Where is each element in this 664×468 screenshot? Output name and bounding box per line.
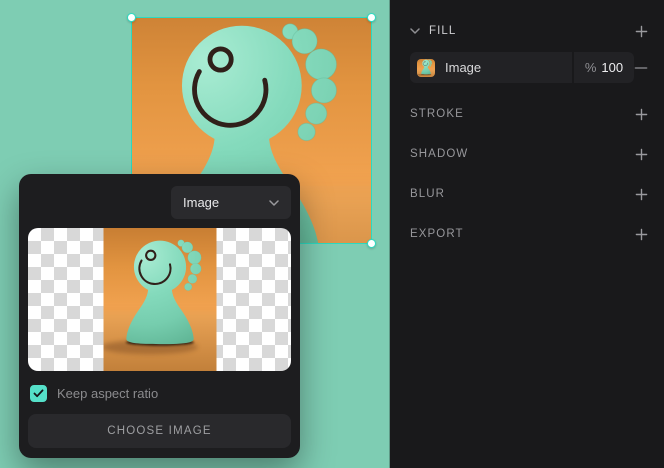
stroke-section-header: STROKE xyxy=(410,94,648,134)
fill-opacity-value: 100 xyxy=(601,60,623,75)
plus-icon xyxy=(635,228,648,241)
fill-type-label: Image xyxy=(445,60,481,75)
image-preview-content xyxy=(103,228,216,371)
fill-type-dropdown[interactable]: Image xyxy=(171,186,291,219)
percent-symbol: % xyxy=(585,60,597,75)
add-blur-button[interactable] xyxy=(634,187,648,201)
export-section-label: EXPORT xyxy=(410,228,464,240)
shadow-section-header: SHADOW xyxy=(410,134,648,174)
canvas[interactable]: Image Keep aspect ratio CHOOSE IMAGE xyxy=(0,0,390,468)
plus-icon xyxy=(635,108,648,121)
export-section-header: EXPORT xyxy=(410,214,648,254)
plus-icon xyxy=(635,188,648,201)
image-fill-popup: Image Keep aspect ratio CHOOSE IMAGE xyxy=(19,174,300,458)
plus-icon xyxy=(635,148,648,161)
properties-panel: FILL Image % 100 STROKE xyxy=(390,0,664,468)
remove-fill-button[interactable] xyxy=(634,61,648,75)
minus-icon xyxy=(634,61,648,75)
keep-aspect-ratio-label: Keep aspect ratio xyxy=(57,386,158,401)
shadow-section-label: SHADOW xyxy=(410,148,468,160)
blur-section-label: BLUR xyxy=(410,188,445,200)
add-stroke-button[interactable] xyxy=(634,107,648,121)
fill-opacity-input[interactable]: % 100 xyxy=(574,52,634,83)
selection-handle-top-right[interactable] xyxy=(367,13,376,22)
selection-handle-bottom-right[interactable] xyxy=(367,239,376,248)
keep-aspect-ratio-row[interactable]: Keep aspect ratio xyxy=(28,385,291,402)
chevron-down-icon xyxy=(269,200,279,206)
stroke-section-label: STROKE xyxy=(410,108,464,120)
keep-aspect-ratio-checkbox[interactable] xyxy=(30,385,47,402)
fill-type-dropdown-value: Image xyxy=(183,195,219,210)
add-fill-button[interactable] xyxy=(634,24,648,38)
choose-image-button[interactable]: CHOOSE IMAGE xyxy=(28,414,291,448)
design-tool-window: Image Keep aspect ratio CHOOSE IMAGE xyxy=(0,0,664,468)
selection-handle-top-left[interactable] xyxy=(127,13,136,22)
fill-layer-row: Image % 100 xyxy=(410,52,648,83)
check-icon xyxy=(33,389,44,398)
add-shadow-button[interactable] xyxy=(634,147,648,161)
fill-layer-chip[interactable]: Image xyxy=(410,52,572,83)
blur-section-header: BLUR xyxy=(410,174,648,214)
plus-icon xyxy=(635,25,648,38)
chevron-down-icon[interactable] xyxy=(410,28,420,34)
fill-section-header: FILL xyxy=(410,23,648,39)
add-export-button[interactable] xyxy=(634,227,648,241)
image-preview xyxy=(28,228,291,371)
image-fill-thumbnail xyxy=(417,59,435,77)
fill-section-label: FILL xyxy=(429,25,456,37)
